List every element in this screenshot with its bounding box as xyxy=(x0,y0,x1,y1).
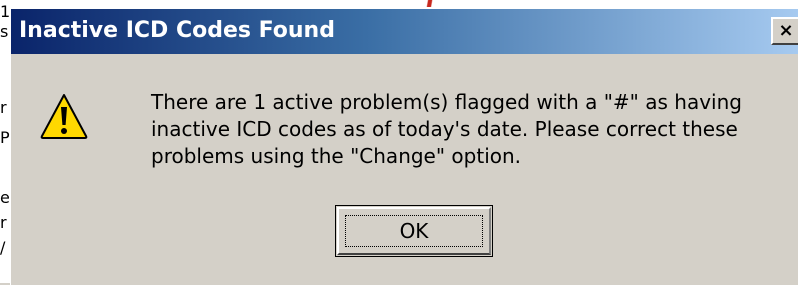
background-text-fragment: r xyxy=(0,213,7,232)
warning-icon xyxy=(40,94,88,139)
background-text-fragment: 1 xyxy=(0,2,11,21)
dialog-titlebar[interactable]: Inactive ICD Codes Found × xyxy=(11,9,798,54)
dialog-title: Inactive ICD Codes Found xyxy=(19,18,335,43)
close-icon: × xyxy=(778,20,794,41)
background-text-fragment: P xyxy=(0,128,10,147)
background-window-edge xyxy=(10,0,798,8)
inactive-icd-dialog: Inactive ICD Codes Found × There are 1 a… xyxy=(10,8,798,285)
message-line: There are 1 active problem(s) flagged wi… xyxy=(151,90,742,114)
background-text-fragment: r xyxy=(0,98,7,117)
close-button[interactable]: × xyxy=(771,17,798,45)
background-text-fragment: / xyxy=(0,238,6,257)
red-arrow-fragment xyxy=(419,0,439,7)
ok-button[interactable]: OK xyxy=(335,205,493,257)
ok-button-label: OK xyxy=(345,215,483,247)
message-line: inactive ICD codes as of today's date. P… xyxy=(151,117,738,141)
message-line: problems using the "Change" option. xyxy=(151,144,522,168)
dialog-message: There are 1 active problem(s) flagged wi… xyxy=(151,89,798,170)
background-text-fragment: e xyxy=(0,188,10,207)
background-text-fragment: s xyxy=(0,22,9,41)
